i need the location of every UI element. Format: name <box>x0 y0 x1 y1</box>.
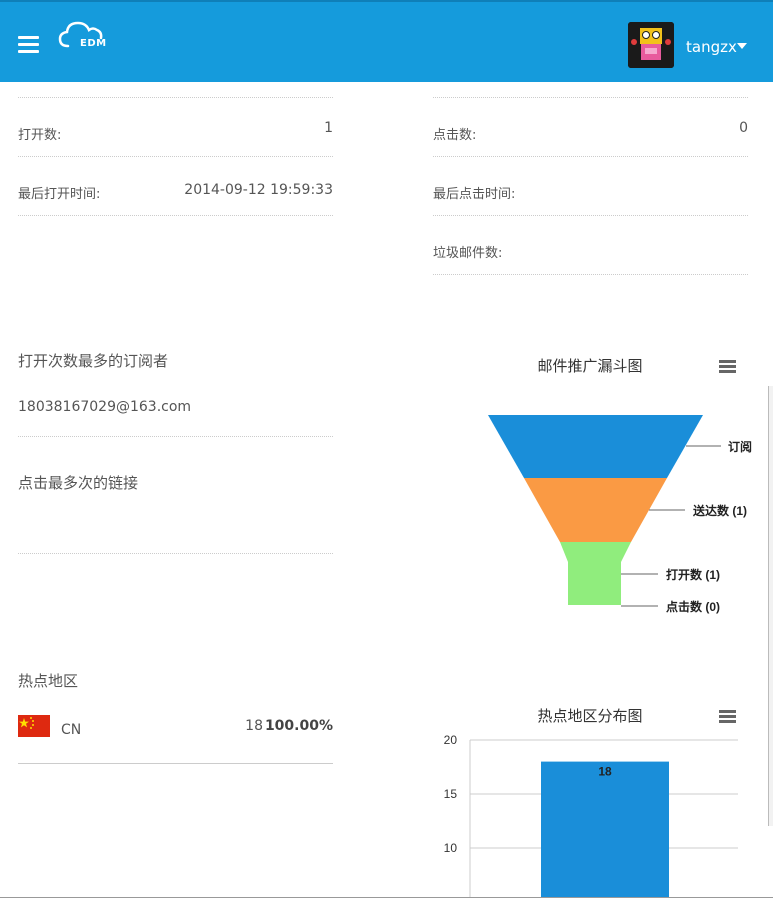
top-navbar: EDM tangzx <box>0 0 773 82</box>
region-percent: 100.00% <box>264 718 333 734</box>
stats-row-top-left <box>18 82 333 98</box>
funnel-chart-title: 邮件推广漏斗图 <box>537 357 643 375</box>
bar-data-label: 18 <box>598 765 612 779</box>
top-subscriber-email[interactable]: 18038167029@163.com <box>18 399 191 415</box>
y-tick-label: 10 <box>444 841 458 855</box>
clicks-value[interactable]: 0 <box>739 120 748 136</box>
top-subscriber-row: 18038167029@163.com <box>18 390 333 437</box>
avatar-image-icon <box>628 22 674 68</box>
top-subscriber-title: 打开次数最多的订阅者 <box>18 352 169 370</box>
scrollbar[interactable] <box>768 386 773 826</box>
opens-value[interactable]: 1 <box>324 120 333 136</box>
funnel-stage-opened[interactable] <box>560 542 631 605</box>
stats-row-opens: 打开数: 1 <box>18 98 333 157</box>
stats-row-last-click: 最后点击时间: <box>433 157 748 216</box>
bar-CN[interactable] <box>541 761 669 898</box>
stats-row-last-open: 最后打开时间: 2014-09-12 19:59:33 <box>18 157 333 216</box>
stats-row-spam: 垃圾邮件数: <box>433 216 748 275</box>
funnel-chart: 订阅 送达数 (1) 打开数 (1) 点击数 (0) <box>488 415 752 614</box>
clicks-label: 点击数: <box>433 128 477 143</box>
funnel-label-opened: 打开数 (1) <box>666 567 720 582</box>
region-count: 18 <box>245 718 263 734</box>
last-open-value: 2014-09-12 19:59:33 <box>184 182 333 198</box>
stats-row-clicks: 点击数: 0 <box>433 98 748 157</box>
menu-toggle-icon[interactable] <box>18 36 39 54</box>
region-chart-title: 热点地区分布图 <box>537 707 643 725</box>
y-tick-label: 15 <box>444 787 458 801</box>
funnel-stage-subscribe[interactable] <box>488 415 703 478</box>
funnel-label-subscribe: 订阅 <box>728 439 752 454</box>
region-chart-menu-icon[interactable] <box>719 710 736 724</box>
last-open-label: 最后打开时间: <box>18 187 101 202</box>
last-click-label: 最后点击时间: <box>433 187 516 202</box>
stats-row-top-right <box>433 82 748 98</box>
region-country: CN <box>61 722 82 738</box>
funnel-chart-menu-icon[interactable] <box>719 360 736 374</box>
top-links-title: 点击最多次的链接 <box>18 474 139 492</box>
opens-label: 打开数: <box>18 128 62 143</box>
region-bar-chart: 2015105 18 <box>444 733 738 898</box>
logo-text: EDM <box>80 38 107 49</box>
china-flag-icon <box>18 715 50 737</box>
chevron-down-icon[interactable] <box>737 43 747 49</box>
funnel-label-delivered: 送达数 (1) <box>692 503 747 518</box>
funnel-stage-delivered[interactable] <box>524 478 667 542</box>
avatar[interactable] <box>628 22 674 68</box>
username[interactable]: tangzx <box>686 38 737 56</box>
hot-regions-title: 热点地区 <box>18 672 79 690</box>
spam-label: 垃圾邮件数: <box>433 246 503 261</box>
y-tick-label: 20 <box>444 733 458 747</box>
hot-region-row: CN 18 100.00% <box>18 705 333 764</box>
funnel-label-clicked: 点击数 (0) <box>666 599 720 614</box>
top-links-row <box>18 500 333 554</box>
